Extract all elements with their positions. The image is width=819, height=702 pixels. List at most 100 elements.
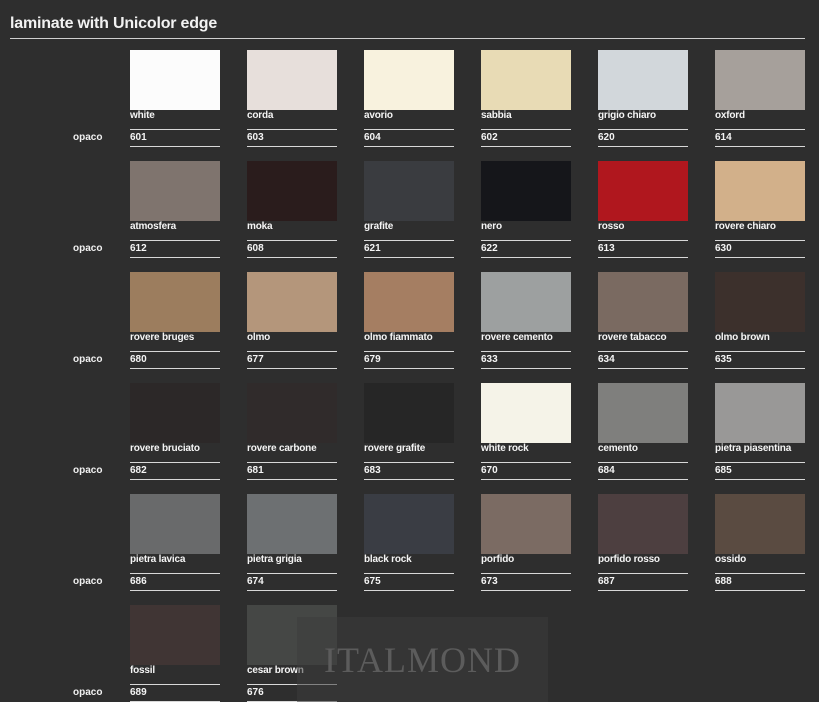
- watermark: ITALMOND: [297, 617, 548, 702]
- swatch-divider: [598, 257, 688, 258]
- swatch-divider: [598, 129, 688, 130]
- swatch-name: pietra lavica: [130, 554, 186, 565]
- swatch-name: corda: [247, 110, 274, 121]
- color-swatch[interactable]: [364, 383, 454, 443]
- swatch-code: 676: [247, 687, 264, 698]
- swatch-divider: [481, 590, 571, 591]
- swatch-name: porfido: [481, 554, 515, 565]
- swatch-divider: [247, 129, 337, 130]
- color-swatch[interactable]: [364, 161, 454, 221]
- color-swatch[interactable]: [598, 272, 688, 332]
- color-swatch[interactable]: [364, 50, 454, 110]
- swatch-divider: [481, 351, 571, 352]
- swatch-name: grigio chiaro: [598, 110, 656, 121]
- swatch-divider: [598, 590, 688, 591]
- swatch-code: 679: [364, 354, 381, 365]
- swatch-divider: [598, 368, 688, 369]
- swatch-name: pietra grigia: [247, 554, 302, 565]
- swatch-divider: [715, 257, 805, 258]
- swatch-divider: [598, 573, 688, 574]
- color-swatch[interactable]: [598, 383, 688, 443]
- color-swatch[interactable]: [481, 161, 571, 221]
- color-swatch[interactable]: [130, 383, 220, 443]
- color-swatch[interactable]: [481, 383, 571, 443]
- swatch-name: atmosfera: [130, 221, 176, 232]
- swatch-name: ossido: [715, 554, 747, 565]
- swatch-divider: [364, 129, 454, 130]
- swatch-divider: [364, 590, 454, 591]
- swatch-divider: [598, 240, 688, 241]
- swatch-code: 687: [598, 576, 615, 587]
- color-swatch[interactable]: [598, 50, 688, 110]
- swatch-name: oxford: [715, 110, 745, 121]
- swatch-code: 689: [130, 687, 147, 698]
- color-swatch[interactable]: [715, 272, 805, 332]
- swatch-name: olmo: [247, 332, 271, 343]
- swatch-code: 684: [598, 465, 615, 476]
- swatch-name: rovere carbone: [247, 443, 317, 454]
- page-title: laminate with Unicolor edge: [10, 15, 218, 32]
- color-swatch[interactable]: [130, 494, 220, 554]
- swatch-divider: [130, 368, 220, 369]
- swatch-divider: [715, 462, 805, 463]
- swatch-divider: [130, 479, 220, 480]
- swatch-divider: [481, 479, 571, 480]
- swatch-name: rovere grafite: [364, 443, 426, 454]
- color-swatch[interactable]: [715, 50, 805, 110]
- title-divider: [10, 38, 805, 39]
- finish-label: opaco: [73, 354, 103, 365]
- swatch-divider: [481, 368, 571, 369]
- finish-label: opaco: [73, 465, 103, 476]
- swatch-divider: [598, 462, 688, 463]
- swatch-divider: [130, 129, 220, 130]
- color-swatch[interactable]: [130, 50, 220, 110]
- swatch-divider: [481, 462, 571, 463]
- color-swatch[interactable]: [130, 605, 220, 665]
- swatch-divider: [130, 351, 220, 352]
- swatch-name: rovere bruges: [130, 332, 195, 343]
- swatch-code: 674: [247, 576, 264, 587]
- color-swatch[interactable]: [247, 272, 337, 332]
- swatch-name: cesar brown: [247, 665, 304, 676]
- color-swatch[interactable]: [364, 272, 454, 332]
- swatch-code: 681: [247, 465, 264, 476]
- swatch-divider: [481, 240, 571, 241]
- color-swatch[interactable]: [481, 50, 571, 110]
- swatch-divider: [715, 590, 805, 591]
- swatch-name: fossil: [130, 665, 155, 676]
- swatch-divider: [715, 479, 805, 480]
- finish-label: opaco: [73, 576, 103, 587]
- color-swatch[interactable]: [481, 272, 571, 332]
- color-swatch[interactable]: [715, 161, 805, 221]
- color-swatch[interactable]: [247, 494, 337, 554]
- swatch-divider: [130, 684, 220, 685]
- swatch-name: rosso: [598, 221, 625, 232]
- color-swatch[interactable]: [364, 494, 454, 554]
- swatch-name: black rock: [364, 554, 412, 565]
- swatch-divider: [715, 240, 805, 241]
- color-swatch[interactable]: [247, 161, 337, 221]
- swatch-divider: [247, 462, 337, 463]
- swatch-code: 683: [364, 465, 381, 476]
- color-swatch[interactable]: [598, 161, 688, 221]
- color-swatch[interactable]: [715, 494, 805, 554]
- swatch-name: porfido rosso: [598, 554, 660, 565]
- swatch-divider: [130, 257, 220, 258]
- color-swatch[interactable]: [130, 272, 220, 332]
- swatch-code: 670: [481, 465, 498, 476]
- color-swatch[interactable]: [247, 383, 337, 443]
- swatch-divider: [130, 462, 220, 463]
- swatch-divider: [364, 479, 454, 480]
- color-swatch[interactable]: [598, 494, 688, 554]
- swatch-divider: [364, 351, 454, 352]
- swatch-name: rovere chiaro: [715, 221, 776, 232]
- swatch-divider: [715, 146, 805, 147]
- color-swatch[interactable]: [247, 50, 337, 110]
- color-swatch[interactable]: [715, 383, 805, 443]
- swatch-name: cemento: [598, 443, 638, 454]
- swatch-divider: [364, 257, 454, 258]
- color-swatch[interactable]: [481, 494, 571, 554]
- swatch-name: avorio: [364, 110, 393, 121]
- color-swatch[interactable]: [130, 161, 220, 221]
- swatch-name: pietra piasentina: [715, 443, 792, 454]
